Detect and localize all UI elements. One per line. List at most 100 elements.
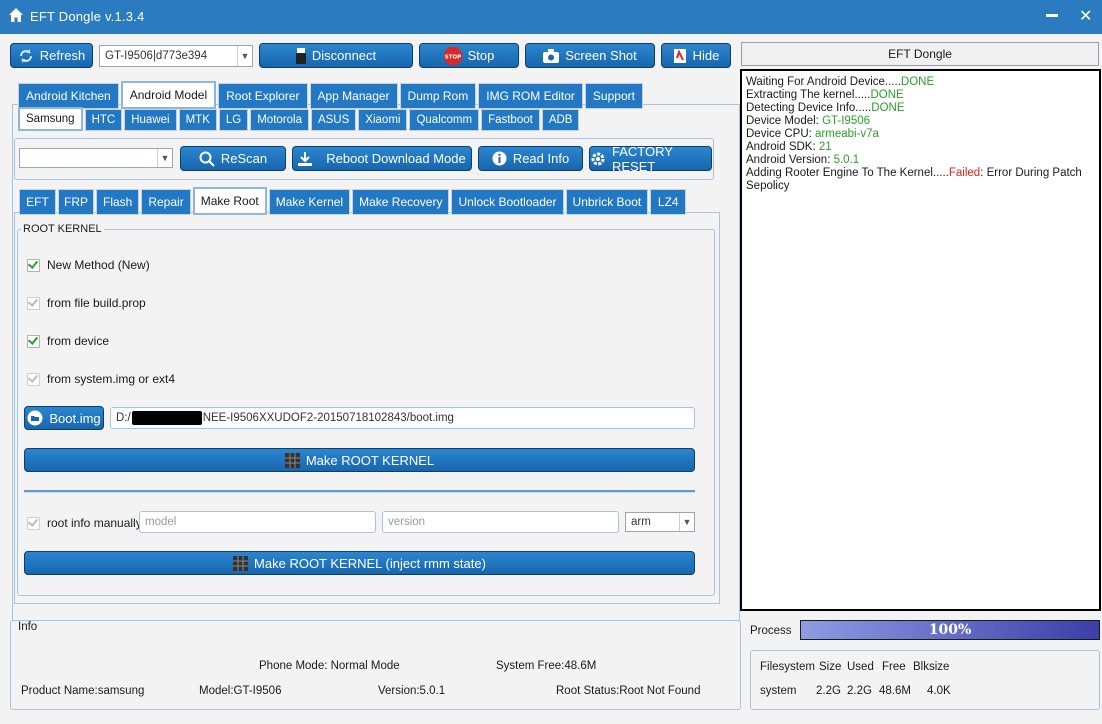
new-method-checkbox[interactable]: New Method (New) bbox=[27, 257, 150, 272]
tab-fastboot[interactable]: Fastboot bbox=[481, 109, 540, 131]
hide-button[interactable]: Hide bbox=[661, 43, 731, 68]
tab-htc[interactable]: HTC bbox=[84, 109, 123, 131]
tab-dump-rom[interactable]: Dump Rom bbox=[399, 83, 477, 109]
grid-icon bbox=[233, 555, 249, 571]
log-text: Detecting Device Info..... bbox=[746, 102, 872, 114]
disconnect-button[interactable]: Disconnect bbox=[259, 43, 413, 68]
tab-root-explorer[interactable]: Root Explorer bbox=[218, 83, 308, 109]
info-group-title: Info bbox=[16, 621, 40, 633]
model-field-placeholder: model bbox=[145, 516, 177, 528]
tab-support[interactable]: Support bbox=[584, 83, 643, 109]
op-tab-bar: EFT FRP Flash Repair Make Root Make Kern… bbox=[19, 187, 687, 215]
root-info-manually-checkbox[interactable]: root info manually bbox=[27, 515, 142, 530]
fs-header: Free bbox=[882, 661, 906, 673]
stop-label: Stop bbox=[467, 48, 495, 63]
rescan-button[interactable]: ReScan bbox=[180, 146, 286, 171]
filesystem-table: Filesystem Size Used Free Blksize system… bbox=[750, 650, 1100, 710]
make-root-kernel-label: Make ROOT KERNEL bbox=[305, 452, 435, 468]
system-free: System Free:48.6M bbox=[496, 660, 597, 672]
tab-xiaomi[interactable]: Xiaomi bbox=[358, 109, 408, 131]
screenshot-button[interactable]: Screen Shot bbox=[525, 43, 655, 68]
arch-select[interactable]: arm ▼ bbox=[625, 512, 695, 532]
system-img-label: from system.img or ext4 bbox=[47, 372, 176, 386]
tab-make-recovery[interactable]: Make Recovery bbox=[352, 189, 450, 215]
log-status: DONE bbox=[871, 102, 905, 114]
root-status: Root Status:Root Not Found bbox=[556, 685, 701, 697]
make-root-kernel-button[interactable]: Make ROOT KERNEL bbox=[24, 448, 695, 472]
search-icon bbox=[199, 151, 215, 167]
minimize-button[interactable] bbox=[1046, 14, 1058, 17]
screenshot-label: Screen Shot bbox=[565, 48, 637, 63]
refresh-button[interactable]: Refresh bbox=[10, 43, 93, 68]
version-info: Version:5.0.1 bbox=[378, 685, 446, 697]
tab-asus[interactable]: ASUS bbox=[310, 109, 357, 131]
tab-samsung[interactable]: Samsung bbox=[18, 107, 83, 131]
tab-make-kernel[interactable]: Make Kernel bbox=[268, 189, 351, 215]
tab-lg[interactable]: LG bbox=[218, 109, 249, 131]
tab-qualcomm[interactable]: Qualcomm bbox=[409, 109, 480, 131]
checkbox-box bbox=[27, 515, 40, 530]
chevron-down-icon: ▼ bbox=[157, 149, 172, 167]
tab-img-rom-editor[interactable]: IMG ROM Editor bbox=[478, 83, 583, 109]
title-bar: EFT Dongle v.1.3.4 ✕ bbox=[0, 0, 1102, 34]
log-line: Adding Rooter Engine To The Kernel.....F… bbox=[746, 167, 1095, 193]
checkbox-box bbox=[27, 333, 40, 348]
device-select[interactable]: GT-I9506|d773e394 ▼ bbox=[99, 45, 253, 67]
tab-adb[interactable]: ADB bbox=[541, 109, 580, 131]
tab-flash[interactable]: Flash bbox=[96, 189, 140, 215]
log-line: Waiting For Android Device.....DONE bbox=[746, 76, 1095, 89]
redacted-path-segment bbox=[131, 411, 202, 425]
checkbox-box bbox=[27, 257, 40, 272]
refresh-label: Refresh bbox=[39, 48, 86, 63]
tab-motorola[interactable]: Motorola bbox=[250, 109, 309, 131]
tab-lz4[interactable]: LZ4 bbox=[650, 189, 687, 215]
stop-button[interactable]: STOP Stop bbox=[419, 43, 519, 68]
close-button[interactable]: ✕ bbox=[1079, 6, 1092, 26]
factory-reset-button[interactable]: FACTORY RESET bbox=[589, 144, 712, 174]
tab-frp[interactable]: FRP bbox=[58, 189, 94, 215]
tab-repair[interactable]: Repair bbox=[141, 189, 191, 215]
eft-dongle-header[interactable]: EFT Dongle bbox=[741, 42, 1099, 66]
tab-eft[interactable]: EFT bbox=[19, 189, 56, 215]
fs-header: Used bbox=[847, 661, 874, 673]
progress-percent: 100% bbox=[928, 622, 972, 638]
boot-img-button[interactable]: Boot.img bbox=[24, 406, 104, 430]
log-line: Device Model: GT-I9506 bbox=[746, 115, 1095, 128]
stop-sign-icon: STOP bbox=[443, 46, 462, 65]
hide-icon bbox=[673, 48, 686, 63]
tab-mtk[interactable]: MTK bbox=[178, 109, 217, 131]
tab-unbrick-boot[interactable]: Unbrick Boot bbox=[565, 189, 649, 215]
phone-mode: Phone Mode: Normal Mode bbox=[259, 660, 400, 672]
usb-icon bbox=[295, 47, 306, 64]
version-field[interactable]: version bbox=[382, 511, 619, 533]
make-root-kernel-inject-label: Make ROOT KERNEL (inject rmm state) bbox=[254, 555, 486, 571]
tab-huawei[interactable]: Huawei bbox=[124, 109, 177, 131]
reboot-download-button[interactable]: Reboot Download Mode bbox=[292, 146, 472, 171]
system-img-checkbox[interactable]: from system.img or ext4 bbox=[27, 371, 176, 386]
check-icon bbox=[27, 295, 39, 307]
model-select[interactable]: ▼ bbox=[19, 148, 173, 168]
rescan-label: ReScan bbox=[220, 151, 268, 166]
tab-unlock-bootloader[interactable]: Unlock Bootloader bbox=[451, 189, 564, 215]
tab-make-root[interactable]: Make Root bbox=[192, 187, 267, 215]
root-info-manually-label: root info manually bbox=[47, 516, 142, 530]
boot-img-path-field[interactable]: D:/ NEE-I9506XXUDOF2-20150718102843/boot… bbox=[110, 407, 695, 429]
home-icon bbox=[9, 8, 23, 22]
log-text: Android Version: bbox=[746, 154, 834, 166]
model-info: Model:GT-I9506 bbox=[199, 685, 282, 697]
read-info-button[interactable]: Read Info bbox=[478, 146, 583, 171]
separator bbox=[24, 490, 695, 493]
from-device-checkbox[interactable]: from device bbox=[27, 333, 109, 348]
log-line: Android SDK: 21 bbox=[746, 141, 1095, 154]
tab-android-kitchen[interactable]: Android Kitchen bbox=[18, 83, 119, 109]
tab-app-manager[interactable]: App Manager bbox=[309, 83, 398, 109]
grid-icon bbox=[284, 452, 300, 468]
make-root-kernel-inject-button[interactable]: Make ROOT KERNEL (inject rmm state) bbox=[24, 551, 695, 575]
log-text: Android SDK: bbox=[746, 141, 819, 153]
tab-android-model[interactable]: Android Model bbox=[120, 81, 217, 109]
log-line: Extracting The kernel.....DONE bbox=[746, 89, 1095, 102]
file-build-prop-checkbox[interactable]: from file build.prop bbox=[27, 295, 146, 310]
log-status: Failed bbox=[948, 167, 981, 179]
model-field[interactable]: model bbox=[139, 511, 376, 533]
stop-sign-text: STOP bbox=[444, 54, 460, 60]
